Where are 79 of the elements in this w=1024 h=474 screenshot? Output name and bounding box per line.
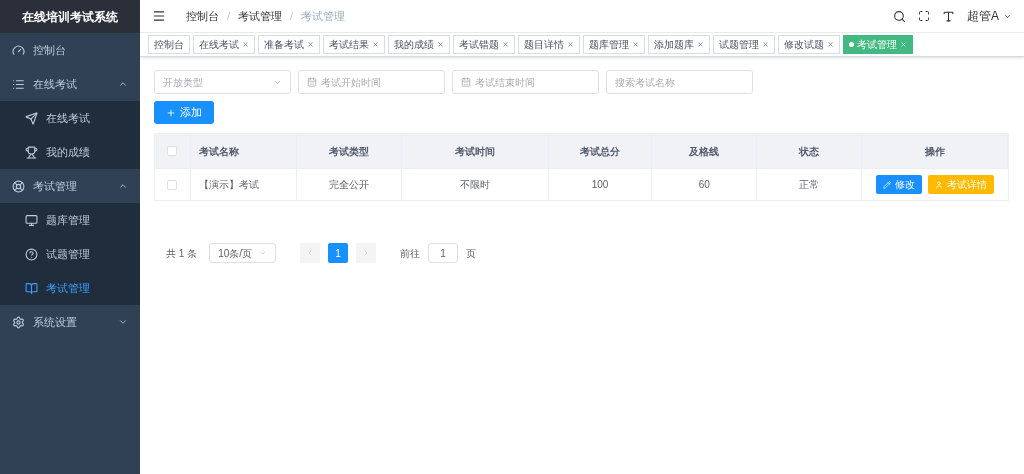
sidebar-item[interactable]: 考试管理 <box>0 169 140 203</box>
pencil-icon <box>883 180 892 189</box>
calendar-icon <box>307 77 317 87</box>
book-icon <box>25 281 38 295</box>
breadcrumb-separator: / <box>290 8 294 24</box>
close-icon[interactable] <box>502 41 509 48</box>
dashboard-icon <box>12 43 25 57</box>
search-icon[interactable] <box>893 9 906 23</box>
fullscreen-icon[interactable] <box>918 10 930 22</box>
page-size-select[interactable]: 10条/页 <box>209 243 277 263</box>
submenu-item[interactable]: 在线考试 <box>0 101 140 135</box>
submenu-item[interactable]: 试题管理 <box>0 237 140 271</box>
close-icon[interactable] <box>242 41 249 48</box>
settings-icon <box>12 315 25 329</box>
column-header: 考试名称 <box>198 144 239 159</box>
table-cell-text: 完全公开 <box>328 178 369 192</box>
plus-icon <box>166 107 176 118</box>
sidebar-item[interactable]: 系统设置 <box>0 305 140 339</box>
submenu-item[interactable]: 考试管理 <box>0 271 140 305</box>
close-icon[interactable] <box>307 41 314 48</box>
sidebar-item[interactable]: 控制台 <box>0 33 140 67</box>
close-icon[interactable] <box>437 41 444 48</box>
chevron-up-icon <box>118 79 128 89</box>
column-header: 考试总分 <box>580 144 620 159</box>
close-icon[interactable] <box>697 41 704 48</box>
close-icon[interactable] <box>372 41 379 48</box>
column-header: 操作 <box>924 144 945 159</box>
tag-tab[interactable]: 添加题库 <box>648 35 710 54</box>
page-suffix: 页 <box>466 246 477 261</box>
paper-plane-icon <box>25 111 38 125</box>
column-header: 状态 <box>799 144 820 159</box>
table-cell-text: 不限时 <box>459 178 490 192</box>
user-menu[interactable]: 超管A <box>967 7 1012 25</box>
breadcrumb-item[interactable]: 考试管理 <box>238 7 283 25</box>
chevron-down-icon <box>118 317 128 327</box>
tag-tab[interactable]: 考试错题 <box>453 35 515 54</box>
app-title: 在线培训考试系统 <box>0 0 140 33</box>
table-cell-text: 60 <box>698 178 710 192</box>
chevron-down-icon <box>259 249 268 257</box>
tag-tab[interactable]: 准备考试 <box>258 35 320 54</box>
goto-label: 前往 <box>400 246 421 261</box>
tag-tab[interactable]: 我的成绩 <box>388 35 450 54</box>
font-size-icon[interactable] <box>942 9 955 23</box>
menu-icon[interactable] <box>152 9 166 23</box>
submenu-item[interactable]: 题库管理 <box>0 203 140 237</box>
table-cell-text: 100 <box>591 178 609 192</box>
column-header: 及格线 <box>689 144 720 159</box>
tag-tab[interactable]: 在线考试 <box>193 35 255 54</box>
table-cell-text: 正常 <box>799 178 820 192</box>
close-icon[interactable] <box>762 41 769 48</box>
chevron-up-icon <box>118 181 128 191</box>
tag-tab[interactable]: 题库管理 <box>583 35 645 54</box>
sidebar-item[interactable]: 在线考试 <box>0 67 140 101</box>
submenu-item[interactable]: 我的成绩 <box>0 135 140 169</box>
close-icon[interactable] <box>632 41 639 48</box>
checkbox[interactable] <box>167 146 178 156</box>
table-cell-text: 【演示】考试 <box>198 178 259 192</box>
question-icon <box>25 247 38 261</box>
close-icon[interactable] <box>827 41 834 48</box>
monitor-icon <box>25 213 38 227</box>
tag-tab[interactable]: 修改试题 <box>778 35 840 54</box>
tag-tab[interactable]: 试题管理 <box>713 35 775 54</box>
page-input[interactable]: 1 <box>428 243 459 263</box>
trophy-icon <box>25 145 38 159</box>
checkbox[interactable] <box>167 179 178 190</box>
calendar-icon <box>461 77 471 87</box>
list-icon <box>12 77 25 91</box>
total-count: 共 1 条 <box>166 246 198 261</box>
breadcrumb-item[interactable]: 控制台 <box>186 7 219 25</box>
tag-tab[interactable]: 控制台 <box>148 35 190 54</box>
user-icon <box>935 180 944 189</box>
column-header: 考试类型 <box>328 144 369 159</box>
tag-tab[interactable]: 考试结果 <box>323 35 385 54</box>
lifebuoy-icon <box>12 179 25 193</box>
breadcrumb-separator: / <box>227 8 231 24</box>
close-icon[interactable] <box>567 41 574 48</box>
column-header: 考试时间 <box>454 144 495 159</box>
tag-tab[interactable]: 题目详情 <box>518 35 580 54</box>
breadcrumb-item: 考试管理 <box>301 8 346 24</box>
